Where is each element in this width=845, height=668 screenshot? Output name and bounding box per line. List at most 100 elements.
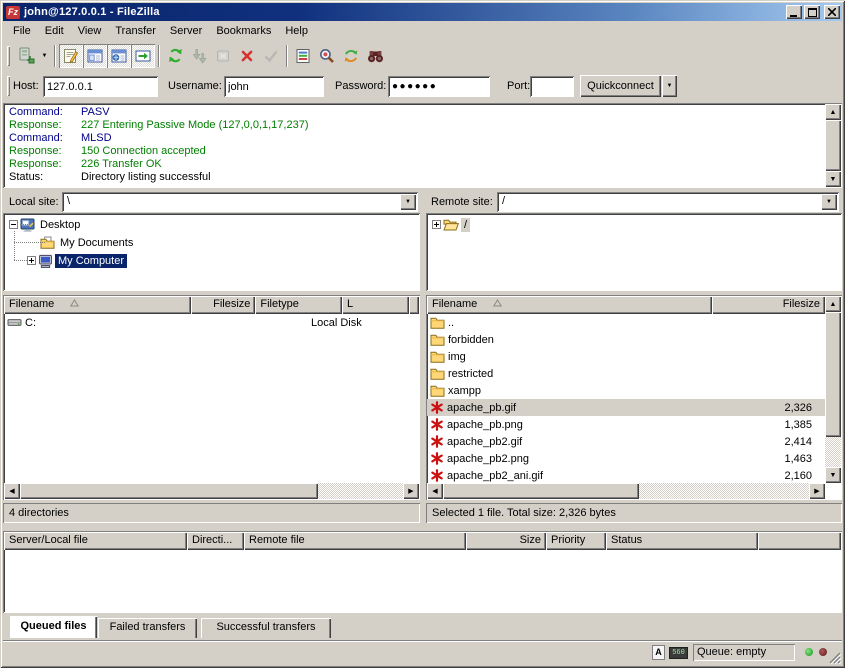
local-site-combo-arrow-icon[interactable]: ▼ [400,194,416,210]
find-files-icon[interactable] [363,44,387,68]
menu-bookmarks[interactable]: Bookmarks [209,22,278,40]
menu-file[interactable]: File [6,22,38,40]
file-row[interactable]: apache_pb2.png1,463 [427,450,825,467]
column-header-filetype[interactable]: Filetype [255,296,342,314]
local-site-combo[interactable]: \ ▼ [62,192,418,212]
file-row[interactable]: .. [427,314,825,331]
tree-item[interactable]: / [426,216,840,233]
file-name: apache_pb.png [447,419,527,431]
port-input[interactable] [530,76,574,97]
expand-icon[interactable] [27,256,36,265]
reconnect-icon[interactable] [259,44,283,68]
column-header-label: Remote file [249,534,305,546]
title-bar[interactable]: Fz john@127.0.0.1 - FileZilla [3,3,842,21]
close-button[interactable] [824,5,840,19]
file-row[interactable]: img [427,348,825,365]
column-header-filesize[interactable]: Filesize [712,296,825,314]
quickconnect-button[interactable]: Quickconnect [580,75,661,97]
column-header-server-local-file[interactable]: Server/Local file [4,532,187,550]
menu-edit[interactable]: Edit [38,22,71,40]
local-hscroll-thumb[interactable] [20,483,318,499]
log-line-text: 227 Entering Passive Mode (127,0,0,1,17,… [81,119,308,132]
remote-hscroll-thumb[interactable] [443,483,639,499]
process-queue-icon[interactable] [187,44,211,68]
collapse-icon[interactable] [9,220,18,229]
column-header-status[interactable]: Status [606,532,758,550]
menu-view[interactable]: View [71,22,109,40]
filezilla-window: Fz john@127.0.0.1 - FileZilla FileEditVi… [0,0,845,668]
scroll-right-icon[interactable]: ▶ [403,483,419,499]
my-computer-icon [38,254,53,268]
file-row[interactable]: apache_pb.png 1,385 [427,416,825,433]
scroll-left-icon[interactable]: ◀ [4,483,20,499]
scroll-down-icon[interactable]: ▼ [825,467,841,483]
expand-icon[interactable] [432,220,441,229]
remote-vscrollbar[interactable]: ▲ ▼ [825,296,841,483]
log-scroll-thumb[interactable] [825,120,841,171]
tab-successful-transfers[interactable]: Successful transfers [201,618,331,638]
synchronized-browsing-icon[interactable] [339,44,363,68]
column-header-size[interactable]: Size [466,532,546,550]
column-header-filename[interactable]: Filename [4,296,191,314]
file-row[interactable]: restricted [427,365,825,382]
file-row[interactable]: apache_pb2_ani.gif2,160 [427,467,825,483]
refresh-icon[interactable] [163,44,187,68]
username-input[interactable] [224,76,324,97]
scroll-left-icon[interactable]: ◀ [427,483,443,499]
column-header-directi-[interactable]: Directi... [187,532,244,550]
cancel-operation-icon[interactable] [211,44,235,68]
file-row[interactable]: C:Local Disk [4,314,419,331]
remote-site-combo-arrow-icon[interactable]: ▼ [821,194,837,210]
host-input[interactable] [43,76,158,97]
tab-queued-files[interactable]: Queued files [10,616,97,638]
file-row[interactable]: apache_pb2.gif2,414 [427,433,825,450]
remote-hscrollbar[interactable]: ◀ ▶ [427,483,825,499]
queue-toggle-icon[interactable] [131,44,155,68]
column-header-filesize[interactable]: Filesize [191,296,256,314]
image-file-icon [430,452,444,465]
scroll-up-icon[interactable]: ▲ [825,296,841,312]
filter-icon[interactable] [291,44,315,68]
directory-comparison-icon[interactable] [315,44,339,68]
column-header-filename[interactable]: Filename [427,296,712,314]
quickconnect-bar: Host: Username: Password: Port: Quickcon… [3,69,842,103]
tree-item[interactable]: My Documents [3,234,418,251]
remote-vscroll-thumb[interactable] [825,312,841,437]
file-size: 1,385 [712,419,812,431]
remote-site-combo[interactable]: / ▼ [497,192,839,212]
log-vscrollbar[interactable]: ▲ ▼ [825,104,841,187]
scroll-down-icon[interactable]: ▼ [825,171,841,187]
column-header-l[interactable]: L [342,296,409,314]
quickconnect-dropdown-button[interactable]: ▼ [662,75,677,97]
scroll-right-icon[interactable]: ▶ [809,483,825,499]
menu-transfer[interactable]: Transfer [108,22,163,40]
local-hscrollbar[interactable]: ◀ ▶ [4,483,419,499]
column-header-label: Filetype [260,298,299,310]
menu-server[interactable]: Server [163,22,209,40]
file-row[interactable]: xampp [427,382,825,399]
resize-grip-icon[interactable] [828,651,841,664]
log-line-type: Command: [5,132,81,145]
scroll-up-icon[interactable]: ▲ [825,104,841,120]
site-manager-icon[interactable] [14,44,38,68]
speed-limit-indicator[interactable]: 560 [669,647,688,659]
toolbar-dropdown-arrow-icon[interactable]: ▼ [38,44,51,68]
tree-item[interactable]: Desktop [3,216,418,233]
minimize-button[interactable] [786,5,802,19]
file-row[interactable]: forbidden [427,331,825,348]
password-input[interactable] [388,76,490,97]
folder-icon [430,350,445,363]
log-line-type: Response: [5,158,81,171]
disconnect-icon[interactable] [235,44,259,68]
file-row[interactable]: apache_pb.gif2,326 [427,399,825,416]
maximize-button[interactable] [804,5,820,19]
local-tree-toggle-icon[interactable] [83,44,107,68]
tab-failed-transfers[interactable]: Failed transfers [98,618,197,638]
column-header-priority[interactable]: Priority [546,532,606,550]
transfer-type-indicator[interactable]: A [652,645,665,660]
message-log-toggle-icon[interactable] [59,44,83,68]
column-header-remote-file[interactable]: Remote file [244,532,466,550]
remote-tree-toggle-icon[interactable] [107,44,131,68]
tree-item[interactable]: My Computer [3,252,418,269]
menu-help[interactable]: Help [278,22,315,40]
